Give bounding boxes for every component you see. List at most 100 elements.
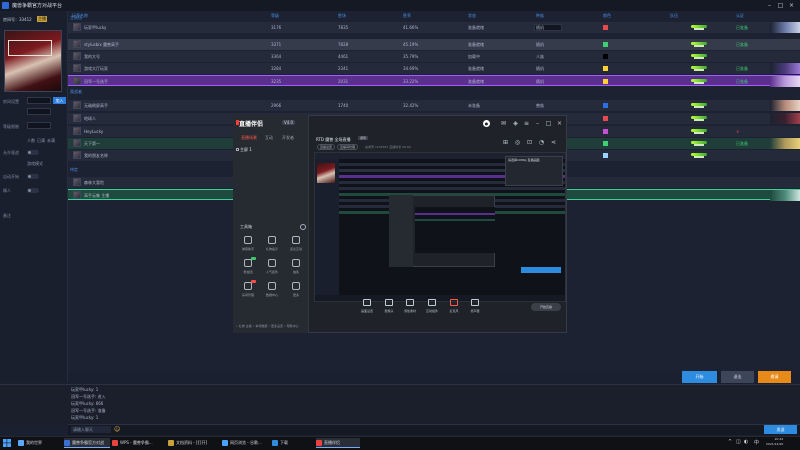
color-swatch[interactable]: [603, 116, 608, 121]
menu-icon[interactable]: ≡: [523, 120, 530, 127]
scene-settings-control[interactable]: 画面设置: [358, 299, 376, 317]
player-count-option[interactable]: 人数: [27, 138, 35, 144]
tab-developer[interactable]: 开发者: [282, 135, 294, 141]
color-swatch[interactable]: [603, 141, 608, 146]
taskbar-item[interactable]: 魔兽争霸官方对战: [64, 438, 110, 448]
start-game-button[interactable]: 开始: [682, 371, 717, 383]
grid-icon[interactable]: ⊡: [526, 139, 533, 146]
invite-button[interactable]: 邀请: [758, 371, 791, 383]
chat-bubble-icon[interactable]: ◔: [538, 139, 545, 146]
room-manage-button[interactable]: 直播间管理: [337, 144, 359, 150]
danmu-tool[interactable]: 弹幕助手: [238, 236, 258, 254]
player-name[interactable]: 森林大冒险: [84, 180, 104, 186]
tray-network-icon[interactable]: ◫: [736, 439, 741, 445]
system-clock[interactable]: 20:42 2021/12/20: [766, 437, 783, 447]
color-swatch[interactable]: [603, 25, 608, 30]
header-rate[interactable]: 胜率: [403, 13, 411, 19]
exit-room-button[interactable]: 退出: [721, 371, 754, 383]
player-avatar[interactable]: [73, 178, 81, 186]
lottery-tool[interactable]: 抽奖: [286, 259, 306, 277]
header-state[interactable]: 状态: [468, 13, 476, 19]
header-team[interactable]: 队伍: [670, 13, 678, 19]
player-race[interactable]: 兽族: [536, 103, 544, 109]
player-avatar[interactable]: [73, 23, 81, 31]
player-name[interactable]: HeyLucky: [84, 129, 103, 134]
user-avatar-icon[interactable]: ●: [483, 120, 490, 127]
close-icon[interactable]: ×: [788, 2, 795, 9]
tray-ime-icon[interactable]: 中: [754, 439, 759, 446]
chat-input[interactable]: 请输入聊天: [71, 426, 111, 433]
add-source-control[interactable]: 添加素材: [401, 299, 419, 317]
plugin-control[interactable]: 互动插件: [423, 299, 441, 317]
taskbar-item[interactable]: 下载: [272, 438, 314, 448]
table-row[interactable]: 无敌刷屏高手 2966 1740 32.42% 未准备 兽族: [68, 100, 800, 111]
speaker-control[interactable]: 扬声器: [466, 299, 484, 317]
color-swatch[interactable]: [603, 129, 608, 134]
widget-tool[interactable]: 人气挂件: [262, 259, 282, 277]
taskbar-item[interactable]: 网页浏览 - 谷歌...: [222, 438, 270, 448]
close-overlay-icon[interactable]: ×: [556, 120, 563, 127]
allow-watch-toggle[interactable]: [27, 150, 39, 155]
tab-interaction[interactable]: 互动: [265, 135, 273, 141]
live-title[interactable]: RTD 魔兽 全场直播: [316, 137, 351, 143]
table-row[interactable]: 玩家甲lucky 3176 7835 41.66% 准备就绪 随机 已准备: [68, 22, 800, 33]
player-avatar[interactable]: [73, 191, 81, 199]
player-race[interactable]: 随机: [536, 25, 544, 31]
taskbar-item[interactable]: 我的世界: [18, 438, 62, 448]
gift-icon[interactable]: ◎: [514, 139, 521, 146]
player-name[interactable]: 地球人: [84, 116, 96, 122]
table-row[interactable]: 我的大号 3364 4461 35.79% 加载中 人族: [68, 51, 800, 62]
mic-control[interactable]: 麦克风: [445, 299, 463, 317]
player-avatar[interactable]: [73, 127, 81, 135]
tab-scenes[interactable]: 直播场景: [241, 135, 257, 141]
player-avatar[interactable]: [73, 52, 81, 60]
minimize-icon[interactable]: –: [766, 2, 773, 9]
player-name[interactable]: 游戏大厅玩家: [84, 66, 108, 72]
player-name[interactable]: 我的朋友名称: [84, 153, 108, 159]
message-icon[interactable]: ✉: [500, 120, 507, 127]
player-avatar[interactable]: [73, 101, 81, 109]
full-option[interactable]: 已满: [37, 138, 45, 144]
color-swatch[interactable]: [603, 42, 608, 47]
taskbar-item[interactable]: 文档资料 - [打开]: [168, 438, 220, 448]
header-color[interactable]: 颜色: [603, 13, 611, 19]
tray-volume-icon[interactable]: ◐: [744, 439, 748, 445]
player-name[interactable]: 天下第一: [84, 141, 100, 147]
shirt-icon[interactable]: ◈: [512, 120, 519, 127]
tray-arrow-icon[interactable]: ^: [728, 439, 732, 445]
taskbar-item[interactable]: 直播伴侣: [316, 438, 360, 448]
color-swatch[interactable]: [603, 79, 608, 84]
scene-item[interactable]: 主屏 1: [240, 147, 252, 153]
camera-control[interactable]: 摄像头: [380, 299, 398, 317]
data-tool[interactable]: 数据中心: [262, 282, 282, 300]
start-live-button[interactable]: 开始直播: [531, 303, 561, 311]
streaming-bottom-links[interactable]: • 礼物 主播 • 本场数据 • 更多设置 • 帮助中心: [236, 324, 299, 328]
minimize-overlay-icon[interactable]: –: [534, 120, 541, 127]
version-badge[interactable]: V4.0: [282, 120, 296, 125]
player-name[interactable]: 玩家甲lucky: [84, 25, 106, 31]
live-category[interactable]: 游戏: [358, 136, 369, 140]
cart-icon[interactable]: ⊞: [502, 139, 509, 146]
color-swatch[interactable]: [603, 66, 608, 71]
live-settings-button[interactable]: 直播设置: [317, 144, 336, 150]
link-tool[interactable]: 连麦互动: [286, 236, 306, 254]
emoji-icon[interactable]: ☺: [114, 426, 121, 433]
player-name[interactable]: stylusbix 魔兽高手: [84, 42, 119, 48]
player-avatar[interactable]: [73, 114, 81, 122]
player-name[interactable]: 冠军一号选手: [84, 79, 108, 85]
player-avatar[interactable]: [73, 139, 81, 147]
table-row[interactable]: 冠军一号选手 3235 2031 33.22% 准备就绪 随机 已准备: [68, 75, 800, 87]
eye-icon[interactable]: [236, 148, 239, 151]
join-button[interactable]: 加入: [53, 97, 66, 104]
kick-toggle[interactable]: [27, 188, 39, 193]
settings-icon[interactable]: [300, 224, 306, 230]
header-race[interactable]: 种族: [536, 13, 544, 19]
taskbar-item[interactable]: WPS - 魔兽争霸...: [112, 438, 166, 448]
send-button[interactable]: 发送: [764, 425, 797, 434]
room-settings-input[interactable]: [27, 97, 51, 104]
color-swatch[interactable]: [603, 153, 608, 158]
player-race[interactable]: 随机: [536, 42, 544, 48]
not-full-option[interactable]: 未满: [47, 138, 55, 144]
player-avatar[interactable]: [73, 40, 81, 48]
header-verify[interactable]: 认证: [736, 13, 744, 19]
